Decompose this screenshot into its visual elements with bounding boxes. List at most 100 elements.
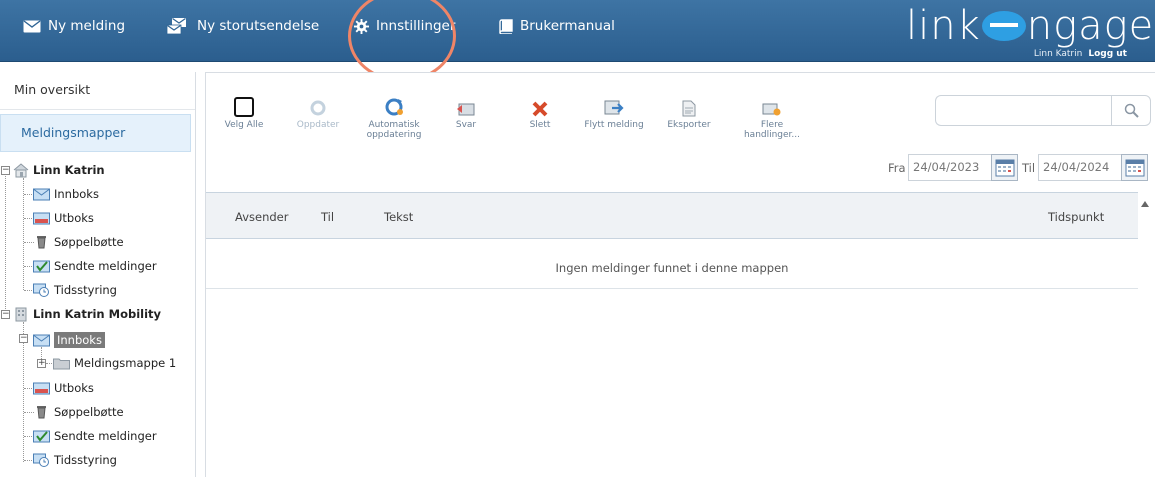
- export-label: Eksporter: [667, 120, 711, 130]
- nav-manual[interactable]: Brukermanual: [499, 15, 615, 37]
- move-message-label: Flytt melding: [584, 120, 644, 130]
- top-bar: Ny melding Ny storutsendelse Innstilling…: [0, 0, 1155, 82]
- tree-folder-schedule[interactable]: Tidsstyring: [33, 280, 117, 300]
- column-text[interactable]: Tekst: [384, 210, 413, 224]
- sidebar: Min oversikt Meldingsmapper − − − + Linn…: [0, 72, 196, 477]
- nav-new-message[interactable]: Ny melding: [23, 15, 125, 37]
- tree-folder-label: Søppelbøtte: [54, 235, 124, 249]
- tree-folder-outbox[interactable]: Utboks: [33, 378, 94, 398]
- delete-x-icon: [532, 101, 548, 117]
- tree-folder-label: Sendte meldinger: [54, 429, 157, 443]
- tree-folder-label: Tidsstyring: [54, 283, 117, 297]
- tree-folder-trash[interactable]: Søppelbøtte: [33, 232, 124, 252]
- message-grid-header: Avsender Til Tekst Tidspunkt: [206, 192, 1138, 239]
- to-date-picker[interactable]: [1121, 154, 1148, 181]
- linkengage-logo: link ngage: [906, 3, 1155, 49]
- update-label: Oppdater: [296, 120, 340, 130]
- nav-mass-send[interactable]: Ny storutsendelse: [166, 15, 319, 37]
- mass-mail-icon: [166, 18, 186, 35]
- from-date-label: Fra: [888, 161, 906, 175]
- building-icon: [15, 307, 27, 321]
- outbox-icon: [33, 212, 50, 224]
- tree-folder-schedule[interactable]: Tidsstyring: [33, 450, 117, 470]
- trash-icon: [37, 236, 46, 249]
- tree-folder-label: Innboks: [54, 332, 105, 348]
- reply-label: Svar: [455, 120, 477, 130]
- tree-folder-label: Tidsstyring: [54, 453, 117, 467]
- book-icon: [499, 18, 513, 34]
- column-time[interactable]: Tidspunkt: [1048, 210, 1104, 224]
- tree-folder-trash[interactable]: Søppelbøtte: [33, 402, 124, 422]
- tree-account-linn-katrin-mobility[interactable]: Linn Katrin Mobility: [13, 304, 161, 324]
- tree-folder-inbox[interactable]: Innboks: [33, 184, 99, 204]
- update-button[interactable]: Oppdater: [278, 93, 358, 130]
- tree-line: [5, 172, 6, 317]
- more-actions-icon: [762, 103, 781, 116]
- schedule-icon: [33, 453, 49, 467]
- tree-line: [23, 322, 24, 462]
- nav-settings-label: Innstillinger: [376, 18, 456, 34]
- nav-settings[interactable]: Innstillinger: [354, 15, 455, 37]
- inbox-icon: [33, 334, 50, 346]
- tree-folder-label: Sendte meldinger: [54, 259, 157, 273]
- nav-manual-label: Brukermanual: [520, 18, 615, 34]
- scroll-up-arrow[interactable]: [1141, 201, 1149, 207]
- tree-folder-custom[interactable]: Meldingsmappe 1: [53, 353, 176, 373]
- house-icon: [13, 162, 29, 177]
- tree-folder-label: Utboks: [54, 381, 94, 395]
- tree-folder-label: Meldingsmappe 1: [74, 356, 177, 370]
- from-date-input[interactable]: 24/04/2023: [908, 154, 992, 181]
- tree-folder-label: Innboks: [54, 187, 99, 201]
- tree-account-label: Linn Katrin Mobility: [33, 307, 162, 321]
- checkbox-icon: [234, 97, 254, 117]
- tree-folder-sent[interactable]: Sendte meldinger: [33, 256, 157, 276]
- delete-button[interactable]: Slett: [500, 93, 580, 130]
- delete-label: Slett: [529, 120, 551, 130]
- move-message-button[interactable]: Flytt melding: [574, 93, 654, 130]
- collapse-toggle[interactable]: −: [1, 166, 10, 175]
- message-folders-tab[interactable]: Meldingsmapper: [0, 114, 191, 152]
- user-name: Linn Katrin: [1033, 49, 1083, 59]
- my-overview-link[interactable]: Min oversikt: [0, 72, 195, 110]
- from-date-picker[interactable]: [991, 154, 1018, 181]
- collapse-toggle[interactable]: −: [1, 310, 10, 319]
- refresh-icon: [310, 100, 326, 116]
- gear-icon: [354, 18, 369, 34]
- search-icon: [1124, 103, 1139, 118]
- tree-account-label: Linn Katrin: [33, 163, 105, 177]
- more-actions-button[interactable]: Flere handlinger...: [732, 93, 812, 140]
- trash-icon: [37, 406, 46, 419]
- tree-folder-outbox[interactable]: Utboks: [33, 208, 94, 228]
- auto-update-button[interactable]: Automatisk oppdatering: [354, 93, 434, 140]
- inbox-icon: [33, 188, 50, 200]
- nav-mass-send-label: Ny storutsendelse: [197, 18, 320, 34]
- column-to[interactable]: Til: [321, 210, 334, 224]
- sent-icon: [33, 430, 50, 442]
- search-button[interactable]: [1111, 95, 1151, 126]
- nav-new-message-label: Ny melding: [48, 18, 126, 34]
- tree-folder-inbox-selected[interactable]: Innboks: [33, 330, 105, 350]
- user-info: Linn Katrin Logg ut: [1034, 49, 1127, 59]
- to-date-input[interactable]: 24/04/2024: [1038, 154, 1122, 181]
- expand-toggle[interactable]: +: [37, 359, 46, 368]
- tree-account-linn-katrin[interactable]: Linn Katrin: [13, 160, 105, 180]
- export-button[interactable]: Eksporter: [649, 93, 729, 130]
- reply-button[interactable]: Svar: [426, 93, 506, 130]
- select-all-label: Velg Alle: [224, 120, 264, 130]
- folder-icon: [53, 358, 70, 369]
- calendar-icon: [1125, 159, 1144, 176]
- select-all-button[interactable]: Velg Alle: [204, 93, 284, 130]
- logout-link[interactable]: Logg ut: [1088, 49, 1127, 59]
- tree-folder-sent[interactable]: Sendte meldinger: [33, 426, 157, 446]
- auto-refresh-icon: [385, 98, 403, 116]
- column-sender[interactable]: Avsender: [235, 210, 288, 224]
- highlight-circle: [348, 0, 456, 82]
- envelope-icon: [23, 19, 41, 32]
- schedule-icon: [33, 283, 49, 297]
- tree-folder-label: Søppelbøtte: [54, 405, 124, 419]
- to-date-label: Til: [1022, 161, 1036, 175]
- outbox-icon: [33, 382, 50, 394]
- export-document-icon: [682, 100, 696, 117]
- collapse-toggle[interactable]: −: [19, 334, 28, 343]
- search-input[interactable]: [935, 95, 1112, 126]
